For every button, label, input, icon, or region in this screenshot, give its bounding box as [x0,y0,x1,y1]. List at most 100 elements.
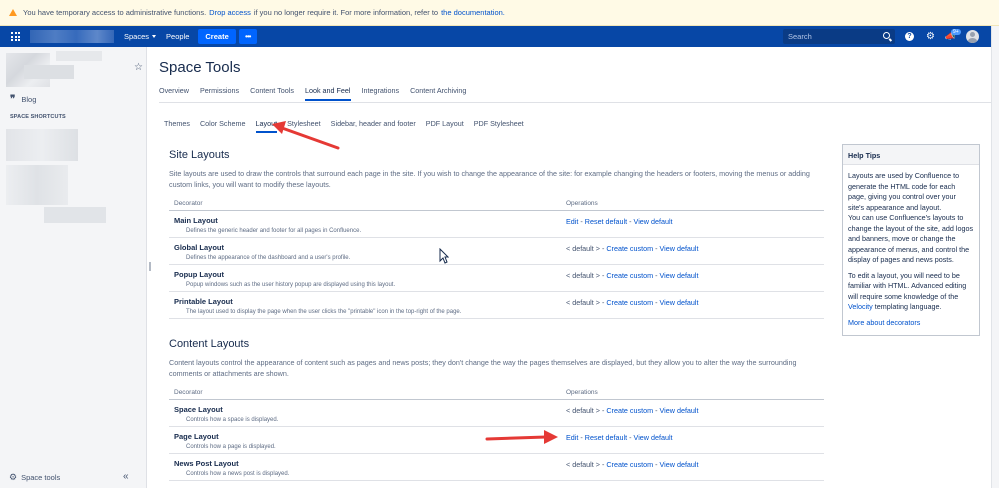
table-row: Space Layout Controls how a space is dis… [169,400,824,427]
collapse-sidebar-icon[interactable]: « [123,471,129,482]
content-layouts-heading: Content Layouts [169,338,250,350]
layout-operations: Edit - Reset default - View default [566,217,673,226]
view-default-link[interactable]: View default [660,406,699,415]
more-about-decorators-link[interactable]: More about decorators [848,318,920,327]
layout-operations: < default > - Create custom - View defau… [566,244,699,253]
layout-description: Defines the generic header and footer fo… [186,228,362,234]
more-create-button[interactable]: ••• [238,29,257,44]
layout-name: Page Layout [174,432,219,441]
page-title: Space Tools [159,59,241,76]
operations-column-header: Operations [566,199,598,207]
layout-description: Popup windows such as the user history p… [186,282,396,288]
subtab-pdf-stylesheet[interactable]: PDF Stylesheet [474,119,524,133]
tab-permissions[interactable]: Permissions [200,86,239,101]
star-icon[interactable]: ☆ [134,62,143,73]
help-paragraph: To edit a layout, you will need to be fa… [848,271,974,313]
tab-integrations[interactable]: Integrations [362,86,400,101]
view-default-link[interactable]: View default [660,460,699,469]
create-custom-link[interactable]: Create custom [606,406,653,415]
create-custom-link[interactable]: Create custom [606,244,653,253]
view-default-link[interactable]: View default [660,271,699,280]
space-tools-button[interactable]: ⚙ Space tools [9,472,60,483]
page-scrollbar[interactable] [991,26,999,488]
decorator-column-header: Decorator [174,199,203,207]
layout-name: Global Layout [174,243,225,252]
tab-content-archiving[interactable]: Content Archiving [410,86,466,101]
annotation-arrow-layout [272,121,340,150]
spaces-menu[interactable]: Spaces [124,32,157,41]
operations-column-header: Operations [566,388,598,396]
table-row: Main Layout Defines the generic header a… [169,211,824,238]
view-default-link[interactable]: View default [660,244,699,253]
create-custom-link[interactable]: Create custom [606,298,653,307]
subtab-themes[interactable]: Themes [164,119,190,133]
search-placeholder: Search [788,32,812,41]
table-row: Printable Layout The layout used to disp… [169,292,824,319]
decorator-column-header: Decorator [174,388,203,396]
help-tips-body: Layouts are used by Confluence to genera… [843,165,979,334]
search-icon [883,32,890,39]
table-header: Decorator Operations [169,196,824,211]
default-label: < default > [566,406,600,415]
chevron-down-icon [152,35,157,38]
banner-text: You have temporary access to administrat… [23,8,207,17]
spaces-label: Spaces [124,32,150,41]
subtab-sidebar-header-footer[interactable]: Sidebar, header and footer [331,119,416,133]
layout-description: Controls how a page is displayed. [186,444,276,450]
layout-name: Main Layout [174,216,218,225]
velocity-link[interactable]: Velocity [848,302,873,311]
reset-default-link[interactable]: Reset default [585,433,627,442]
layout-description: The layout used to display the page when… [186,309,462,315]
edit-link[interactable]: Edit [566,433,578,442]
view-default-link[interactable]: View default [634,433,673,442]
help-paragraph: Layouts are used by Confluence to genera… [848,171,960,212]
default-label: < default > [566,460,600,469]
edit-link[interactable]: Edit [566,217,578,226]
annotation-arrow-page-layout [485,430,558,444]
layout-name: Printable Layout [174,297,233,306]
layout-operations: < default > - Create custom - View defau… [566,406,699,415]
mouse-cursor-icon [439,248,449,264]
shortcut-links-blur-3 [44,207,106,223]
layout-description: Controls how a space is displayed. [186,417,279,423]
drop-access-link[interactable]: Drop access [209,8,251,17]
warning-icon [9,9,17,16]
help-icon[interactable]: ? [905,32,914,41]
layout-description: Defines the appearance of the dashboard … [186,255,351,261]
top-navigation: Spaces People Create ••• Search ? ⚙ 📣 9+ [0,26,991,47]
site-logo[interactable] [30,30,114,43]
layout-name: News Post Layout [174,459,239,468]
layout-operations: Edit - Reset default - View default [566,433,673,442]
gear-icon[interactable]: ⚙ [925,31,936,42]
search-input[interactable]: Search [783,29,895,44]
layout-operations: < default > - Create custom - View defau… [566,460,699,469]
default-label: < default > [566,271,600,280]
tab-look-and-feel[interactable]: Look and Feel [304,86,351,101]
view-default-link[interactable]: View default [660,298,699,307]
space-name-blur-2 [24,65,74,79]
create-custom-link[interactable]: Create custom [606,271,653,280]
view-default-link[interactable]: View default [634,217,673,226]
space-sidebar: ☆ ❞ Blog SPACE SHORTCUTS ⚙ Space tools « [0,47,147,488]
site-layouts-heading: Site Layouts [169,149,230,161]
subtab-color-scheme[interactable]: Color Scheme [200,119,246,133]
app-switcher-icon[interactable] [11,32,20,41]
layout-name: Popup Layout [174,270,224,279]
quote-icon: ❞ [10,94,16,105]
space-tools-label: Space tools [21,473,61,482]
subtab-pdf-layout[interactable]: PDF Layout [426,119,464,133]
shortcut-links-blur-2 [6,165,68,205]
documentation-link[interactable]: the documentation. [441,8,505,17]
layout-description: Controls how a news post is displayed. [186,471,290,477]
reset-default-link[interactable]: Reset default [585,217,627,226]
people-link[interactable]: People [166,32,189,41]
tab-content-tools[interactable]: Content Tools [250,86,294,101]
tab-overview[interactable]: Overview [159,86,189,101]
sidebar-item-blog[interactable]: ❞ Blog [10,94,36,105]
avatar[interactable] [966,30,979,43]
sidebar-resize-handle[interactable] [149,262,151,271]
create-custom-link[interactable]: Create custom [606,460,653,469]
help-paragraph: You can use Confluence's layouts to chan… [848,213,974,264]
create-button[interactable]: Create [198,29,236,44]
help-text: templating language. [874,302,942,311]
